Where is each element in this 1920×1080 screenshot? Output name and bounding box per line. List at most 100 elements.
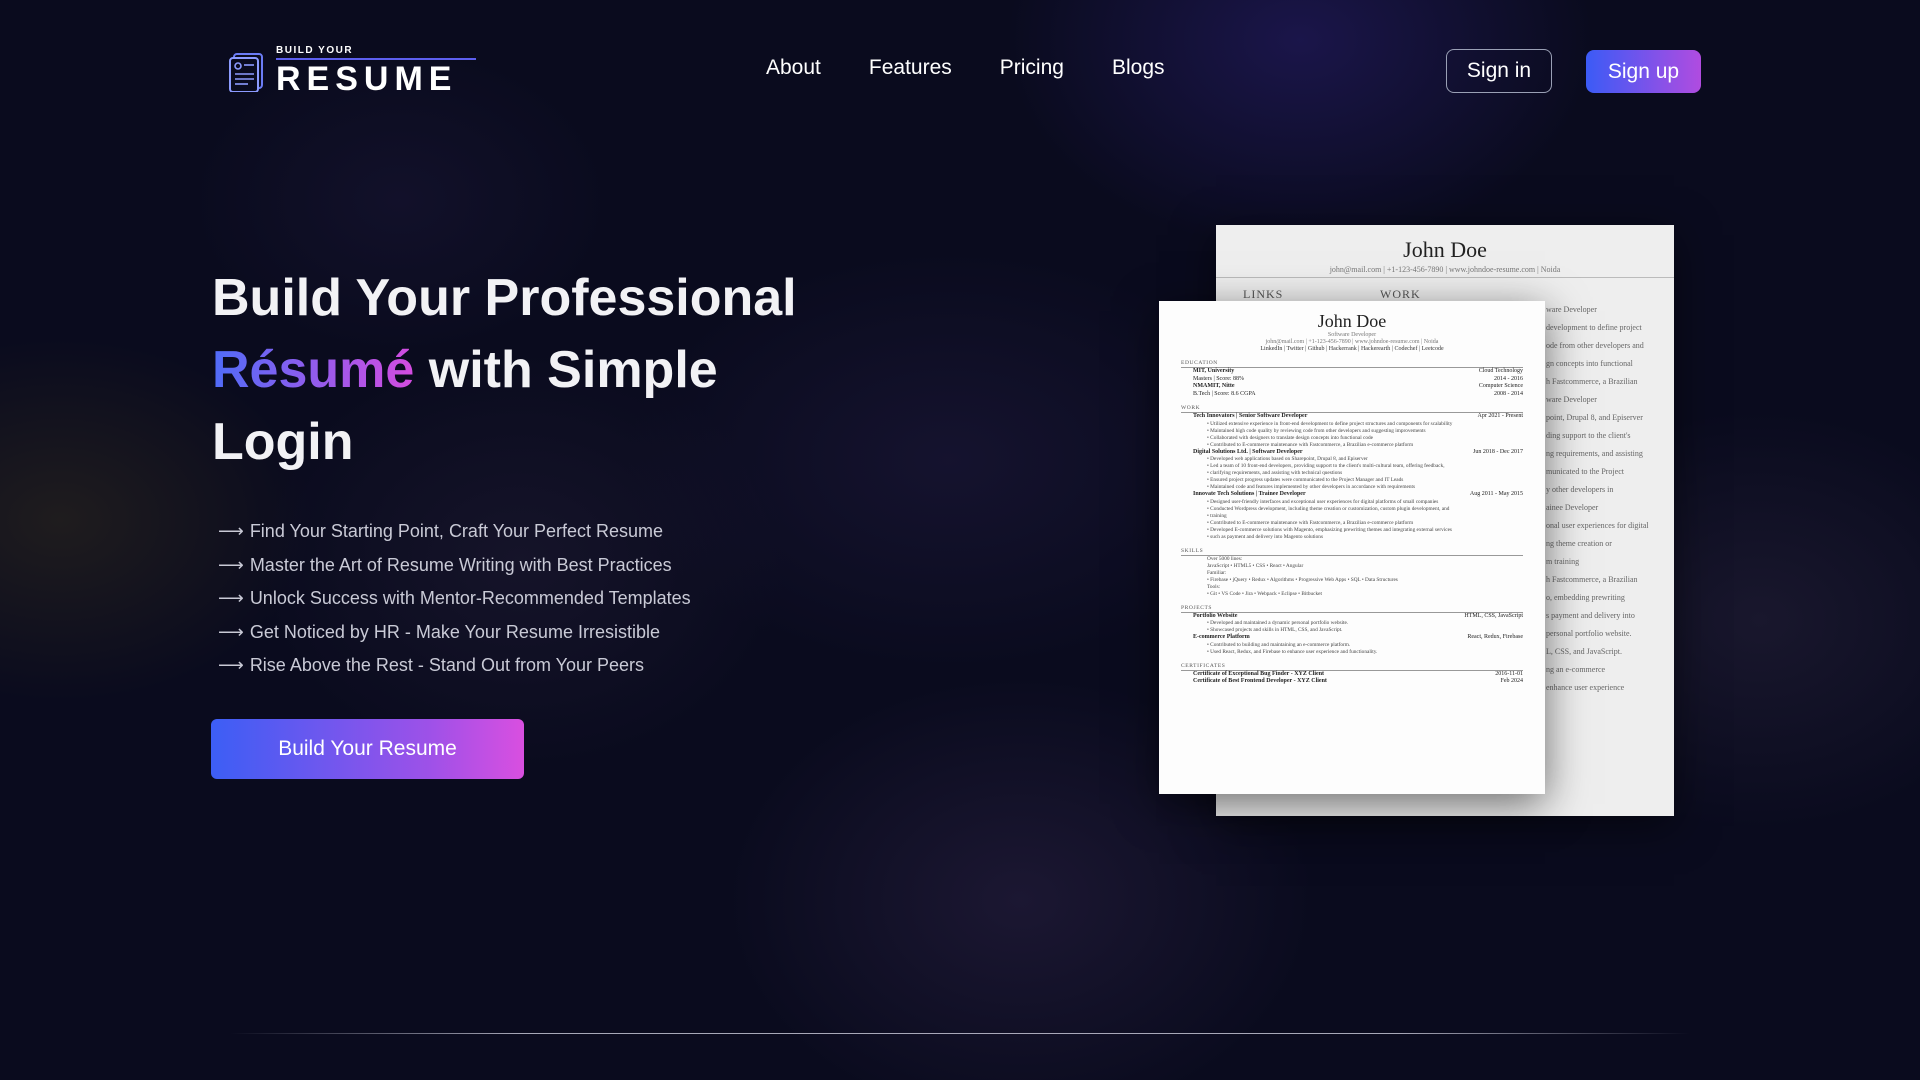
brand-name: RESUME	[276, 60, 458, 98]
resume-snippet: ware Developer	[1546, 395, 1597, 404]
resume-row-right: Cloud Technology	[1478, 368, 1523, 374]
resume-row-right: Feb 2024	[1500, 678, 1524, 684]
feature-text: Find Your Starting Point, Craft Your Per…	[249, 521, 664, 541]
resume-skill: Familiar:	[1207, 569, 1227, 576]
resume-row: Certificate of Exceptional Bug Finder - …	[1193, 671, 1523, 679]
resume-section-skills: SKILLS	[1181, 548, 1523, 556]
resume-row: Certificate of Best Frontend Developer -…	[1193, 678, 1523, 686]
resume-row-left: Certificate of Best Frontend Developer -…	[1193, 678, 1327, 684]
resume-skill: JavaScript • HTML5 • CSS • React • Angul…	[1207, 562, 1304, 569]
feature-item: ⟶ Master the Art of Resume Writing with B…	[218, 552, 691, 586]
nav-pricing[interactable]: Pricing	[1000, 56, 1064, 80]
resume-snippet: s payment and delivery into	[1546, 611, 1635, 620]
sign-up-button[interactable]: Sign up	[1586, 50, 1701, 93]
resume-bullet: • clarifying requirements, and assisting…	[1207, 470, 1343, 476]
resume-snippet: h Fastcommerce, a Brazilian	[1546, 377, 1638, 386]
resume-bullet: • Used React, Redux, and Firebase to enh…	[1207, 648, 1378, 655]
hero-title: Build Your Professional Résumé with Simp…	[212, 262, 852, 478]
resume-row-left: Certificate of Exceptional Bug Finder - …	[1193, 670, 1325, 677]
resume-snippet: gn concepts into functional	[1546, 359, 1633, 368]
resume-row: E-commerce Platform React, Redux, Firebas…	[1193, 634, 1523, 642]
resume-contact: john@mail.com | +1-123-456-7890 | www.jo…	[1265, 339, 1439, 345]
build-resume-button[interactable]: Build Your Resume	[211, 719, 524, 779]
resume-bullet: • Contributed to E-commerce maintenance …	[1207, 519, 1414, 526]
divider	[1216, 277, 1674, 278]
resume-row-left: Digital Solutions Ltd. | Software Develo…	[1193, 448, 1303, 455]
resume-snippet: development to define project	[1546, 323, 1642, 332]
resume-snippet: ng requirements, and assisting	[1546, 449, 1643, 458]
resume-bullet: • training	[1207, 512, 1227, 519]
resume-bullet: • Led a team of 10 front-end developers,…	[1207, 463, 1445, 469]
resume-row-left: B.Tech | Score: 8.6 CGPA	[1193, 390, 1256, 397]
resume-row: MIT, University Cloud Technology	[1193, 368, 1523, 376]
resume-row-left: Portfolio Website	[1193, 612, 1238, 619]
resume-row-left: Masters | Score: 88%	[1193, 375, 1245, 382]
resume-bullet: • Designed user-friendly interfaces and …	[1207, 498, 1439, 505]
resume-row-left: NMAMIT, Nitte	[1193, 383, 1235, 389]
resume-bullet: • Maintained high code quality by review…	[1207, 427, 1426, 434]
resume-bullet: • Developed E-commerce solutions with Ma…	[1207, 526, 1452, 533]
resume-snippet: m training	[1546, 557, 1580, 566]
resume-section-certificates: CERTIFICATES	[1181, 663, 1523, 671]
resume-snippet: municated to the Project	[1546, 467, 1624, 476]
arrow-right-icon: ⟶	[218, 621, 244, 642]
resume-bullet: • Contributed to E-commerce maintenance …	[1207, 441, 1414, 448]
resume-back-snippets: ware Developer development to define proj…	[1546, 305, 1674, 701]
resume-snippet: ng an e-commerce	[1546, 665, 1606, 674]
arrow-right-icon: ⟶	[218, 588, 244, 608]
hero-title-line3: Login	[212, 413, 354, 471]
footer-divider	[230, 1033, 1690, 1034]
resume-bullet: • Conducted Wordpress development, inclu…	[1207, 505, 1450, 512]
resume-links: LinkedIn | Twitter | Github | Hackerrank…	[1260, 346, 1444, 352]
hero-title-rest: with Simple	[414, 341, 718, 399]
resume-bullet: • Contributed to building and maintainin…	[1207, 641, 1351, 648]
resume-name: John Doe	[1317, 311, 1387, 331]
feature-list: ⟶ Find Your Starting Point, Craft Your Pe…	[218, 518, 691, 686]
feature-item: ⟶ Get Noticed by HR - Make Your Resume Ir…	[218, 619, 691, 653]
resume-section-education: EDUCATION	[1181, 360, 1523, 368]
nav-features[interactable]: Features	[869, 56, 952, 80]
resume-row-left: Innovate Tech Solutions | Trainee Develo…	[1193, 491, 1306, 497]
resume-row-right: 2014 - 2016	[1494, 375, 1523, 382]
resume-skill: • Firebase • jQuery • Redux • Algorithms…	[1207, 576, 1398, 583]
resume-skill: Over 5000 lines:	[1207, 555, 1243, 562]
resume-row: Portfolio Website HTML, CSS, JavaScript	[1193, 613, 1523, 621]
brand-logo[interactable]: BUILD YOUR RESUME	[226, 46, 482, 98]
resume-doc-icon	[229, 53, 263, 92]
main-nav: About Features Pricing Blogs	[766, 56, 1165, 80]
resume-row-right: HTML, CSS, JavaScript	[1464, 612, 1523, 619]
resume-section-projects: PROJECTS	[1181, 605, 1523, 613]
arrow-right-icon: ⟶	[218, 655, 244, 675]
resume-snippet: enhance user experience	[1546, 683, 1625, 692]
resume-snippet: personal portfolio website.	[1546, 629, 1632, 638]
resume-skill: • Git • VS Code • Jira • Webpack • Eclip…	[1207, 590, 1322, 597]
resume-section-work: WORK	[1380, 287, 1421, 301]
resume-row-right: Jun 2018 - Dec 2017	[1473, 448, 1523, 455]
resume-bullet: • Developed web applications based on Sh…	[1207, 456, 1368, 462]
resume-row: Tech Innovators | Senior Software Develo…	[1193, 413, 1523, 421]
nav-blogs[interactable]: Blogs	[1112, 56, 1165, 80]
resume-snippet: y other developers in	[1546, 485, 1614, 494]
nav-about[interactable]: About	[766, 56, 821, 80]
resume-row: Innovate Tech Solutions | Trainee Develo…	[1193, 491, 1523, 499]
resume-snippet: ode from other developers and	[1546, 341, 1644, 350]
resume-bullet: • Developed and maintained a dynamic per…	[1207, 620, 1349, 626]
brand-tagline: BUILD YOUR	[276, 46, 476, 60]
resume-row-right: 2016-11-01	[1495, 670, 1523, 677]
resume-snippet: ainee Developer	[1546, 503, 1599, 512]
arrow-right-icon: ⟶	[218, 554, 244, 575]
resume-role: Software Developer	[1327, 332, 1377, 338]
resume-bullet: • Collaborated with designers to transla…	[1207, 434, 1374, 441]
resume-row-right: Apr 2021 - Present	[1477, 413, 1524, 419]
feature-text: Rise Above the Rest - Stand Out from You…	[249, 655, 645, 675]
feature-text: Master the Art of Resume Writing with Be…	[249, 554, 672, 575]
resume-bullet: • Utilized extensive experience in front…	[1207, 420, 1453, 427]
resume-snippet: ng theme creation or	[1546, 539, 1612, 548]
resume-snippet: h Fastcommerce, a Brazilian	[1546, 575, 1638, 584]
sign-in-button[interactable]: Sign in	[1446, 49, 1552, 93]
resume-row-right: 2008 - 2014	[1494, 390, 1523, 397]
resume-snippet: point, Drupal 8, and Episerver	[1546, 413, 1643, 422]
resume-bullet: • Showcased projects and skills in HTML,…	[1207, 627, 1343, 633]
resume-snippet: o, embedding prewriting	[1546, 593, 1625, 602]
resume-section-links: LINKS	[1243, 287, 1284, 301]
